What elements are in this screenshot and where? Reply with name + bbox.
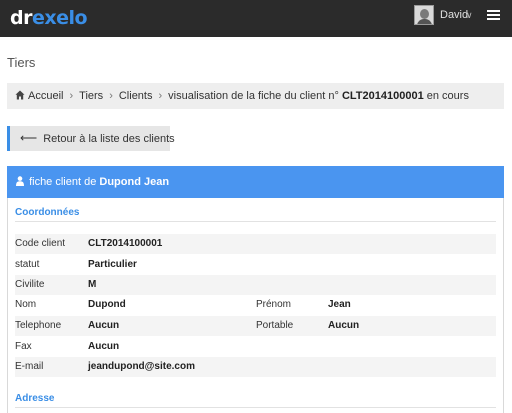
- field-value: Aucun: [88, 320, 120, 331]
- field-label: Code client: [15, 238, 66, 249]
- field-label: E-mail: [15, 361, 44, 372]
- page-title: Tiers: [7, 55, 36, 70]
- avatar-head: [420, 9, 429, 19]
- breadcrumb-home[interactable]: Accueil: [28, 90, 63, 102]
- user-icon: [16, 176, 24, 186]
- chevron-down-icon[interactable]: ∨: [466, 10, 473, 21]
- avatar[interactable]: [414, 5, 434, 25]
- breadcrumb-separator: ›: [69, 90, 74, 102]
- field-label: Civilite: [15, 279, 45, 290]
- field-value: Particulier: [88, 259, 137, 270]
- breadcrumb-client-code: CLT2014100001: [341, 90, 424, 102]
- field-row-nom: Nom Dupond Prénom Jean: [15, 295, 496, 315]
- client-name: Dupond Jean: [99, 176, 170, 188]
- menu-icon[interactable]: [487, 10, 500, 20]
- field-value: Aucun: [328, 320, 360, 331]
- section-divider: [15, 407, 496, 408]
- menu-icon-line: [487, 10, 500, 12]
- breadcrumb-current-suffix: en cours: [426, 90, 469, 102]
- field-value: Dupond: [88, 299, 126, 310]
- section-divider: [15, 221, 496, 222]
- breadcrumb-current-prefix: visualisation de la fiche du client n°: [168, 90, 339, 102]
- logo-text-dr: dr: [10, 7, 32, 29]
- logo-text-exel: exel: [31, 7, 75, 29]
- back-button-label: Retour à la liste des clients: [43, 133, 175, 145]
- avatar-shoulders: [417, 19, 432, 24]
- field-value: Jean: [328, 299, 351, 310]
- field-value: Aucun: [88, 341, 120, 352]
- breadcrumb-clients[interactable]: Clients: [119, 90, 153, 102]
- field-label: Prénom: [256, 299, 292, 310]
- breadcrumb: Accueil › Tiers › Clients › visualisation de l…: [7, 83, 504, 109]
- client-card-header: fiche client de Dupond Jean: [7, 166, 504, 198]
- arrow-left-icon: ⟵: [20, 131, 38, 145]
- app-logo[interactable]: drexelo: [10, 6, 88, 30]
- field-value: jeandupond@site.com: [88, 361, 195, 372]
- field-row-statut: statut Particulier: [15, 255, 496, 275]
- field-value: CLT2014100001: [88, 238, 163, 249]
- breadcrumb-separator: ›: [109, 90, 113, 102]
- user-name[interactable]: David: [440, 9, 468, 22]
- back-to-clients-button[interactable]: ⟵ Retour à la liste des clients: [7, 126, 175, 151]
- card-title-prefix: fiche client de: [29, 176, 97, 188]
- field-label: Portable: [256, 320, 294, 331]
- field-label: Telephone: [15, 320, 62, 331]
- field-row-telephone: Telephone Aucun Portable Aucun: [15, 316, 496, 336]
- field-label: Nom: [15, 299, 37, 310]
- field-label: statut: [15, 259, 40, 270]
- home-icon: [15, 90, 25, 100]
- field-row-civilite: Civilite M: [15, 275, 496, 295]
- menu-icon-line: [487, 14, 500, 16]
- breadcrumb-separator: ›: [158, 90, 163, 102]
- field-row-email: E-mail jeandupond@site.com: [15, 357, 496, 377]
- top-navbar: drexelo David ∨: [0, 0, 512, 37]
- field-label: Fax: [15, 341, 32, 352]
- logo-text-o: o: [74, 7, 88, 29]
- section-title-adresse: Adresse: [15, 393, 55, 404]
- field-value: M: [88, 279, 97, 290]
- breadcrumb-tiers[interactable]: Tiers: [79, 90, 103, 102]
- menu-icon-line: [487, 18, 500, 20]
- section-title-coordonnees: Coordonnées: [15, 207, 80, 218]
- field-row-code-client: Code client CLT2014100001: [15, 234, 496, 254]
- field-row-fax: Fax Aucun: [15, 337, 496, 357]
